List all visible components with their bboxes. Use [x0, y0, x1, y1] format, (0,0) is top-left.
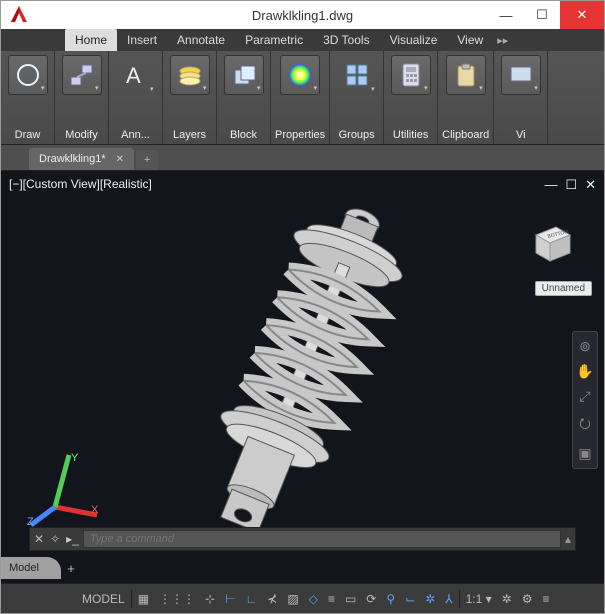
properties-icon[interactable]: ▾ — [280, 55, 320, 95]
vp-maximize-icon[interactable]: ☐ — [565, 177, 577, 193]
file-tab-close-icon[interactable]: ✕ — [116, 154, 124, 165]
text-icon[interactable]: A▾ — [116, 55, 156, 95]
status-iso-icon[interactable]: ▨ — [282, 584, 303, 613]
view-icon[interactable]: ▾ — [501, 55, 541, 95]
tab-3d-tools[interactable]: 3D Tools — [313, 29, 379, 51]
tab-home[interactable]: Home — [65, 29, 117, 51]
ribbon-label[interactable]: Modify — [65, 129, 97, 141]
file-tab[interactable]: Drawklkling1*✕ — [29, 148, 134, 170]
ribbon-panel-modify: ▾ Modify — [55, 51, 109, 144]
cmd-config-icon[interactable]: ✧ — [50, 532, 60, 546]
close-button[interactable]: ✕ — [560, 1, 604, 29]
status-ducs-icon[interactable]: ⌙ — [400, 584, 420, 613]
tab-parametric[interactable]: Parametric — [235, 29, 313, 51]
cmd-expand-icon[interactable]: ▴ — [565, 532, 571, 546]
ribbon-panel-draw: ▾ Draw — [1, 51, 55, 144]
status-cyc-icon[interactable]: ⟳ — [361, 584, 381, 613]
viewcube[interactable]: BOTTOM — [526, 221, 574, 265]
block-icon[interactable]: ▾ — [224, 55, 264, 95]
ribbon-panel-clipboard: ▾ Clipboard — [438, 51, 494, 144]
ribbon-label[interactable]: Block — [230, 129, 257, 141]
statusbar: MODEL▦⋮⋮⋮⊹⊢∟⊀▨◇≡▭⟳⚲⌙✲⅄1:1 ▾✲⚙≡ — [1, 583, 604, 613]
command-input[interactable] — [83, 530, 561, 548]
status-osnap-icon[interactable]: ◇ — [304, 584, 323, 613]
model-3d[interactable] — [51, 211, 554, 523]
svg-text:X: X — [91, 504, 99, 516]
status-grid-icon[interactable]: ▦ — [133, 584, 154, 613]
nav-zoom-icon[interactable]: ⤢ — [579, 388, 590, 405]
groups-icon[interactable]: ▾ — [337, 55, 377, 95]
tab-insert[interactable]: Insert — [117, 29, 167, 51]
layout-tab-model[interactable]: Model — [1, 557, 61, 579]
status-gizmo-icon[interactable]: ⅄ — [440, 584, 457, 613]
ribbon-tabs: HomeInsertAnnotateParametric3D ToolsVisu… — [1, 29, 604, 51]
status-anno-icon[interactable]: ✲ — [497, 584, 517, 613]
tabs-overflow-icon[interactable]: ▸▸ — [493, 29, 512, 51]
layout-tabs: Model + — [1, 553, 81, 583]
view-name-tag[interactable]: Unnamed — [535, 281, 592, 296]
maximize-button[interactable]: ☐ — [524, 1, 560, 29]
ribbon-panel-layers: ▾ Layers — [163, 51, 217, 144]
vp-close-icon[interactable]: ✕ — [585, 177, 596, 193]
modify-icon[interactable]: ▾ — [62, 55, 102, 95]
ribbon-panel-vi: ▾ Vi — [494, 51, 548, 144]
cmd-prompt: ▸_ — [66, 532, 79, 546]
svg-text:A: A — [126, 63, 141, 88]
file-tabs: Drawklkling1*✕+ — [1, 145, 604, 171]
ribbon-panel-properties: ▾ Properties — [271, 51, 330, 144]
titlebar: Drawklkling1.dwg — ☐ ✕ — [1, 1, 604, 29]
status-polar-icon[interactable]: ⊀ — [262, 584, 282, 613]
status-3dosnap-icon[interactable]: ⚲ — [381, 584, 400, 613]
status-snap-icon[interactable]: ⋮⋮⋮ — [154, 584, 200, 613]
ribbon-label[interactable]: Clipboard — [442, 129, 489, 141]
status-dyn-icon[interactable]: ⊢ — [220, 584, 240, 613]
ribbon-label[interactable]: Properties — [275, 129, 325, 141]
ribbon-panel-groups: ▾ Groups — [330, 51, 384, 144]
tab-annotate[interactable]: Annotate — [167, 29, 235, 51]
viewport-label[interactable]: [−][Custom View][Realistic] — [9, 177, 152, 191]
ribbon-panel-block: ▾ Block — [217, 51, 271, 144]
status-ortho-icon[interactable]: ∟ — [241, 584, 263, 613]
nav-showmotion-icon[interactable]: ▣ — [578, 445, 591, 462]
ribbon-label[interactable]: Layers — [173, 129, 206, 141]
clipboard-icon[interactable]: ▾ — [446, 55, 486, 95]
ribbon: ▾Draw▾ModifyA▾Ann...▾Layers▾Block▾Proper… — [1, 51, 604, 145]
status-trn-icon[interactable]: ▭ — [340, 584, 361, 613]
circle-icon[interactable]: ▾ — [8, 55, 48, 95]
svg-text:Y: Y — [71, 452, 79, 464]
layers-icon[interactable]: ▾ — [170, 55, 210, 95]
command-line[interactable]: ✕ ✧ ▸_ ▴ — [29, 527, 576, 551]
utilities-icon[interactable]: ▾ — [391, 55, 431, 95]
ucs-icon[interactable]: X Y Z — [25, 447, 105, 527]
minimize-button[interactable]: — — [488, 1, 524, 29]
status-menu-icon[interactable]: ≡ — [538, 584, 555, 613]
status-lwt-icon[interactable]: ≡ — [323, 584, 340, 613]
nav-orbit-icon[interactable]: ⭮ — [579, 413, 591, 437]
status-infer-icon[interactable]: ⊹ — [200, 584, 220, 613]
ribbon-label[interactable]: Vi — [516, 129, 526, 141]
viewport[interactable]: [−][Custom View][Realistic] — ☐ ✕ — [1, 171, 604, 583]
tab-view[interactable]: View — [447, 29, 493, 51]
file-tab-add-button[interactable]: + — [136, 150, 158, 170]
vp-minimize-icon[interactable]: — — [544, 177, 557, 193]
cmd-close-icon[interactable]: ✕ — [34, 532, 44, 546]
ribbon-label[interactable]: Utilities — [393, 129, 428, 141]
layout-add-button[interactable]: + — [61, 561, 81, 576]
ribbon-label[interactable]: Draw — [15, 129, 41, 141]
ribbon-panel-utilities: ▾ Utilities — [384, 51, 438, 144]
ribbon-panel-ann: A▾ Ann... — [109, 51, 163, 144]
tab-visualize[interactable]: Visualize — [380, 29, 448, 51]
svg-text:Z: Z — [27, 516, 34, 527]
nav-pan-icon[interactable]: ✋ — [576, 363, 593, 380]
status-scale[interactable]: 1:1 ▾ — [461, 584, 497, 613]
nav-fullnav-icon[interactable]: ⊚ — [579, 338, 591, 355]
ribbon-label[interactable]: Groups — [339, 129, 375, 141]
app-logo-icon[interactable] — [5, 1, 33, 29]
status-gear-icon[interactable]: ⚙ — [517, 584, 538, 613]
status-filter-icon[interactable]: ✲ — [420, 584, 440, 613]
nav-bar[interactable]: ⊚ ✋ ⤢ ⭮ ▣ — [572, 331, 598, 469]
status-mode[interactable]: MODEL — [77, 584, 130, 613]
ribbon-label[interactable]: Ann... — [121, 129, 150, 141]
